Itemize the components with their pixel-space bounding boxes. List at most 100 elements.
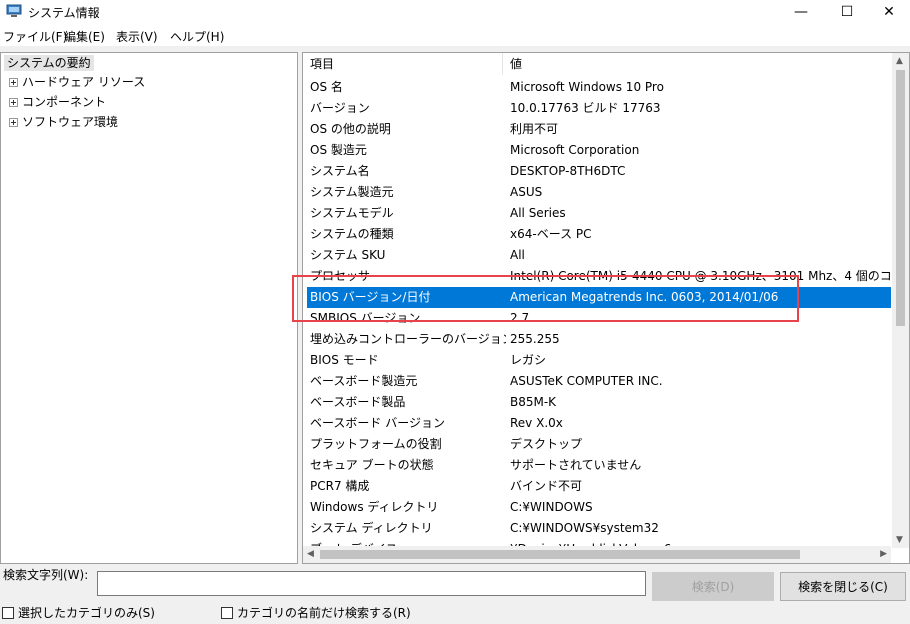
column-header-value[interactable]: 値 (503, 53, 891, 75)
row-value-cell: デスクトップ (510, 437, 583, 451)
row-item-cell: BIOS バージョン/日付 (310, 290, 431, 304)
search-selected-category-option[interactable]: 選択したカテゴリのみ(S) (2, 604, 155, 621)
row-item-cell: SMBIOS バージョン (310, 311, 421, 325)
row-value-cell: DESKTOP-8TH6DTC (510, 164, 626, 178)
title-bar: システム情報 — ☐ ✕ (0, 0, 910, 24)
row-item-cell: システム名 (310, 164, 370, 178)
table-row[interactable]: ベースボード製造元 ASUSTeK COMPUTER INC. (307, 371, 891, 392)
table-row[interactable]: BIOS バージョン/日付 American Megatrends Inc. 06… (307, 287, 891, 308)
table-row[interactable]: OS の他の説明 利用不可 (307, 119, 891, 140)
table-row[interactable]: システムモデル All Series (307, 203, 891, 224)
scroll-left-icon[interactable]: ◀ (307, 549, 314, 559)
row-value-cell: Microsoft Windows 10 Pro (510, 80, 664, 94)
row-item-cell: PCR7 構成 (310, 479, 370, 493)
table-row[interactable]: システム製造元 ASUS (307, 182, 891, 203)
row-value-cell: x64-ベース PC (510, 227, 592, 241)
row-value-cell: ASUS (510, 185, 543, 199)
table-row[interactable]: システムの種類 x64-ベース PC (307, 224, 891, 245)
row-item-cell: Windows ディレクトリ (310, 500, 439, 514)
table-row[interactable]: プロセッサ Intel(R) Core(TM) i5-4440 CPU @ 3.1… (307, 266, 891, 287)
row-value-cell: 2.7 (510, 311, 530, 325)
scroll-down-icon[interactable]: ▼ (896, 535, 903, 545)
row-value-cell: 10.0.17763 ビルド 17763 (510, 101, 661, 115)
table-row[interactable]: BIOS モード レガシ (307, 350, 891, 371)
menu-file[interactable]: ファイル(F) (3, 28, 67, 45)
scroll-right-icon[interactable]: ▶ (880, 549, 887, 559)
category-names-checkbox[interactable] (221, 606, 233, 619)
row-item-cell: バージョン (310, 101, 370, 115)
tree-item-components[interactable]: コンポーネント (9, 94, 106, 110)
table-row[interactable]: Windows ディレクトリ C:¥WINDOWS (307, 497, 891, 518)
close-button[interactable]: ✕ (866, 0, 910, 24)
expand-icon[interactable] (9, 117, 18, 127)
table-row[interactable]: プラットフォームの役割 デスクトップ (307, 434, 891, 455)
row-value-cell: バインド不可 (510, 479, 583, 493)
menu-edit[interactable]: 編集(E) (64, 28, 105, 45)
menu-help[interactable]: ヘルプ(H) (170, 28, 224, 45)
expand-icon[interactable] (9, 77, 18, 87)
table-row[interactable]: OS 名 Microsoft Windows 10 Pro (307, 77, 891, 98)
table-row[interactable]: SMBIOS バージョン 2.7 (307, 308, 891, 329)
row-value-cell: Rev X.0x (510, 416, 563, 430)
row-value-cell: All (510, 248, 525, 262)
table-row[interactable]: システム ディレクトリ C:¥WINDOWS¥system32 (307, 518, 891, 539)
search-category-names-option[interactable]: カテゴリの名前だけ検索する(R) (221, 604, 411, 621)
vertical-scrollbar[interactable]: ▲ ▼ (892, 53, 909, 548)
row-item-cell: システムモデル (310, 206, 394, 220)
row-item-cell: OS 名 (310, 80, 343, 94)
menu-bar: ファイル(F) 編集(E) 表示(V) ヘルプ(H) (0, 24, 910, 46)
table-row[interactable]: ベースボード製品 B85M-K (307, 392, 891, 413)
row-item-cell: システムの種類 (310, 227, 394, 241)
tree-item-software-environment[interactable]: ソフトウェア環境 (9, 114, 118, 130)
table-row[interactable]: バージョン 10.0.17763 ビルド 17763 (307, 98, 891, 119)
table-row[interactable]: PCR7 構成 バインド不可 (307, 476, 891, 497)
vertical-scroll-thumb[interactable] (896, 70, 905, 326)
tree-item-label: ソフトウェア環境 (22, 115, 119, 129)
tree-item-label: コンポーネント (22, 95, 107, 109)
details-list: 項目 値 OS 名 Microsoft Windows 10 Pro バージョン 10… (302, 52, 910, 564)
row-item-cell: 埋め込みコントローラーのバージョン (310, 332, 506, 346)
column-header-item[interactable]: 項目 (303, 53, 503, 75)
row-value-cell: レガシ (510, 353, 547, 367)
table-row[interactable]: OS 製造元 Microsoft Corporation (307, 140, 891, 161)
table-row[interactable]: システム名 DESKTOP-8TH6DTC (307, 161, 891, 182)
category-tree: システムの要約 ハードウェア リソース コンポーネント ソフトウェア環境 (0, 52, 298, 564)
expand-icon[interactable] (9, 97, 18, 107)
table-row[interactable]: 埋め込みコントローラーのバージョン 255.255 (307, 329, 891, 350)
row-value-cell: Microsoft Corporation (510, 143, 640, 157)
checkbox-label: カテゴリの名前だけ検索する(R) (237, 606, 411, 620)
horizontal-scroll-thumb[interactable] (320, 550, 800, 559)
row-value-cell: 255.255 (510, 332, 560, 346)
scroll-up-icon[interactable]: ▲ (896, 56, 903, 66)
menu-view[interactable]: 表示(V) (116, 28, 158, 45)
row-item-cell: ベースボード バージョン (310, 416, 445, 430)
minimize-icon: — (794, 4, 808, 20)
tree-item-system-summary[interactable]: システムの要約 (4, 55, 94, 71)
horizontal-scrollbar[interactable]: ◀ ▶ (303, 546, 891, 563)
minimize-button[interactable]: — (778, 0, 824, 24)
maximize-icon: ☐ (840, 4, 854, 20)
table-row[interactable]: ベースボード バージョン Rev X.0x (307, 413, 891, 434)
table-row[interactable]: セキュア ブートの状態 サポートされていません (307, 455, 891, 476)
selected-category-checkbox[interactable] (2, 606, 14, 619)
row-value-cell: C:¥WINDOWS (510, 500, 593, 514)
row-item-cell: OS 製造元 (310, 143, 367, 157)
search-input[interactable] (97, 571, 646, 596)
window-title: システム情報 (28, 6, 100, 20)
close-find-button[interactable]: 検索を閉じる(C) (780, 572, 906, 601)
row-item-cell: OS の他の説明 (310, 122, 391, 136)
maximize-button[interactable]: ☐ (824, 0, 870, 24)
checkbox-label: 選択したカテゴリのみ(S) (18, 606, 155, 620)
details-rows: OS 名 Microsoft Windows 10 Pro バージョン 10.0.17… (303, 77, 891, 549)
tree-item-hardware-resources[interactable]: ハードウェア リソース (9, 74, 145, 90)
row-value-cell: C:¥WINDOWS¥system32 (510, 521, 659, 535)
row-item-cell: ベースボード製造元 (310, 374, 418, 388)
search-label: 検索文字列(W): (3, 568, 89, 582)
find-button[interactable]: 検索(D) (652, 572, 774, 601)
row-value-cell: All Series (510, 206, 566, 220)
row-item-cell: システム ディレクトリ (310, 521, 433, 535)
row-value-cell: 利用不可 (510, 122, 559, 136)
table-row[interactable]: システム SKU All (307, 245, 891, 266)
row-value-cell: サポートされていません (510, 458, 642, 472)
close-icon: ✕ (883, 4, 895, 20)
